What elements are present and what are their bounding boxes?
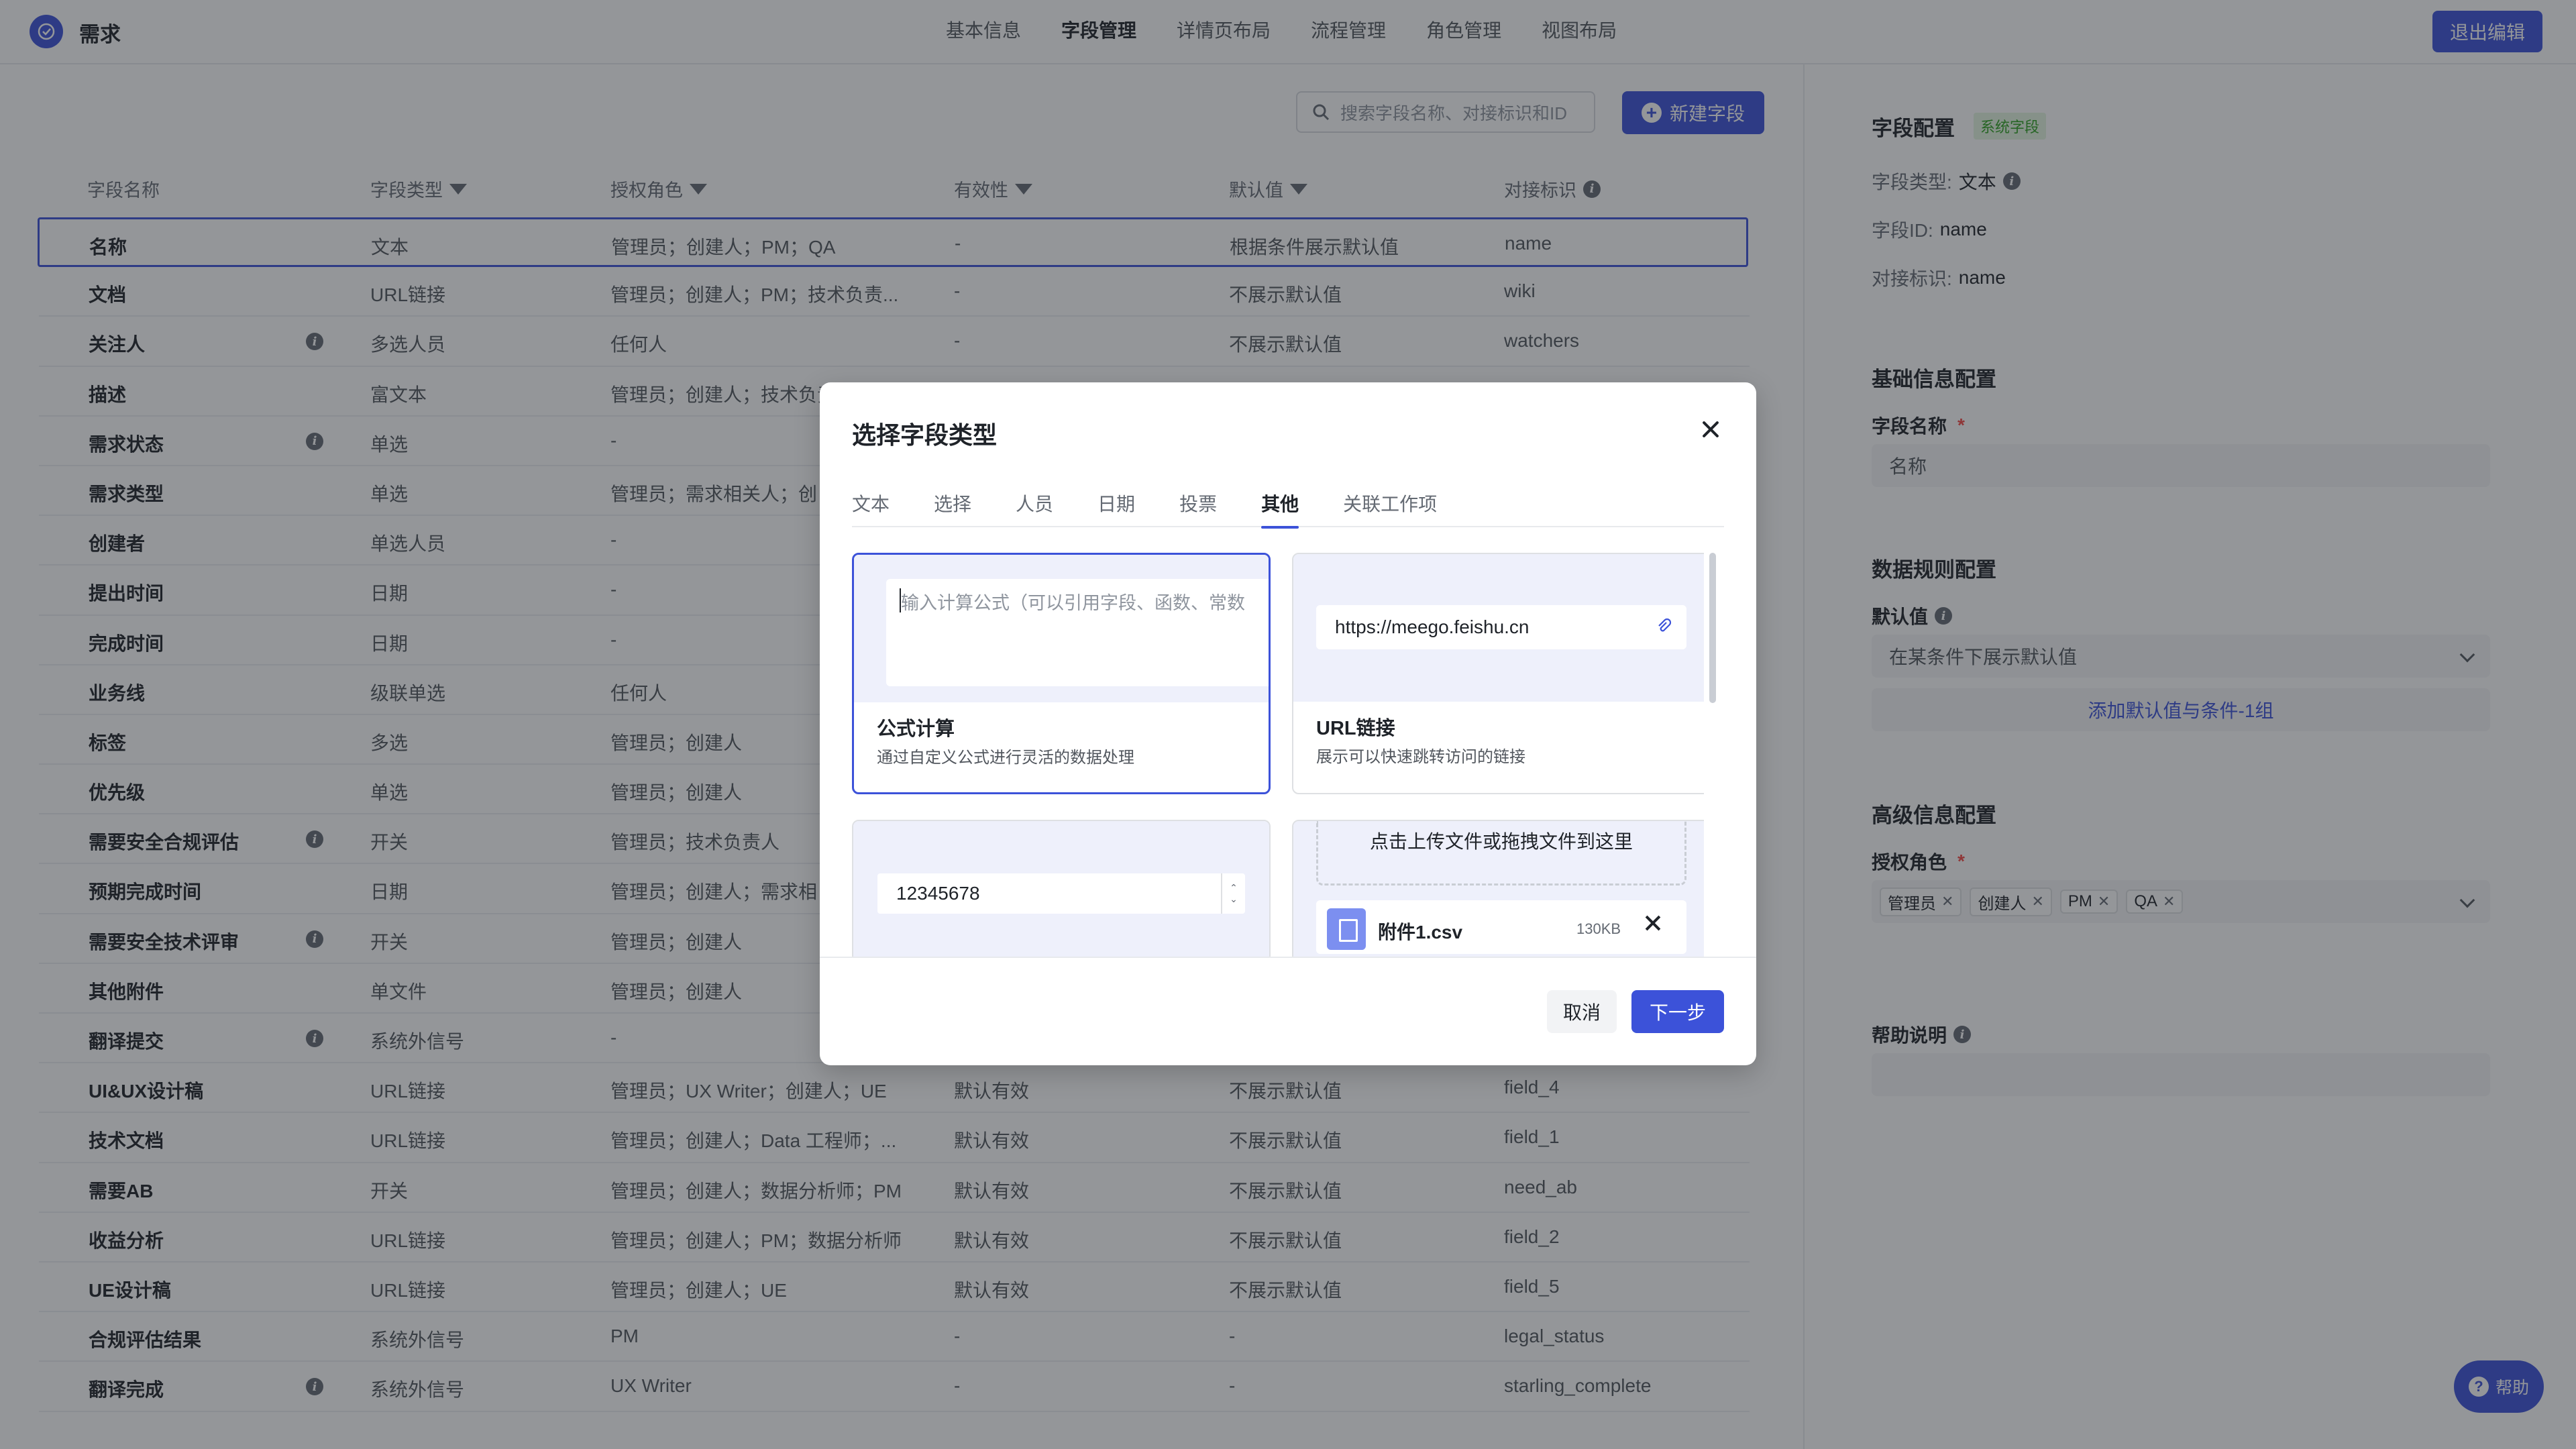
field-type-tabs: 文本 选择 人员 日期 投票 其他 关联工作项	[852, 490, 1724, 529]
card-description: 通过自定义公式进行灵活的数据处理	[877, 749, 1134, 767]
card-description: 展示可以快速跳转访问的链接	[1316, 748, 1525, 766]
url-preview: https://meego.feishu.cn	[1293, 554, 1704, 702]
number-card[interactable]: 12345678 ⌃ ⌄	[852, 820, 1271, 958]
url-card[interactable]: https://meego.feishu.cn URL链接 展示可以快速跳转访问…	[1292, 553, 1704, 794]
tab-other[interactable]: 其他	[1261, 490, 1299, 529]
number-preview: 12345678 ⌃ ⌄	[853, 821, 1269, 958]
formula-input-preview: 输入计算公式（可以引用字段、函数、常数	[886, 579, 1269, 686]
formula-card[interactable]: 输入计算公式（可以引用字段、函数、常数 公式计算 通过自定义公式进行灵活的数据处…	[852, 553, 1271, 794]
cards-scrollbar[interactable]	[1709, 553, 1716, 703]
url-input-preview: https://meego.feishu.cn	[1316, 605, 1686, 649]
cancel-button[interactable]: 取消	[1547, 990, 1617, 1033]
tab-people[interactable]: 人员	[1016, 490, 1053, 527]
close-icon[interactable]	[1699, 417, 1723, 441]
tab-vote[interactable]: 投票	[1179, 490, 1217, 527]
stepper-icon: ⌃ ⌄	[1221, 873, 1245, 914]
file-name: 附件1.csv	[1378, 922, 1463, 943]
select-field-type-dialog: 选择字段类型 文本 选择 人员 日期 投票 其他 关联工作项 输入计算公式（可以…	[820, 382, 1756, 1065]
card-name: 公式计算	[877, 718, 955, 740]
file-card[interactable]: 点击上传文件或拖拽文件到这里 附件1.csv 130KB	[1292, 820, 1704, 958]
file-size: 130KB	[1576, 920, 1621, 937]
file-preview: 点击上传文件或拖拽文件到这里 附件1.csv 130KB	[1293, 821, 1704, 958]
number-input-preview: 12345678 ⌃ ⌄	[876, 872, 1246, 915]
formula-preview: 输入计算公式（可以引用字段、函数、常数	[854, 555, 1269, 702]
tab-text[interactable]: 文本	[852, 490, 890, 527]
upload-area-preview: 点击上传文件或拖拽文件到这里	[1316, 821, 1686, 885]
file-item-preview: 附件1.csv 130KB	[1316, 900, 1686, 954]
field-type-cards: 输入计算公式（可以引用字段、函数、常数 公式计算 通过自定义公式进行灵活的数据处…	[852, 549, 1704, 958]
tab-select[interactable]: 选择	[934, 490, 971, 527]
tab-date[interactable]: 日期	[1097, 490, 1135, 527]
dialog-title: 选择字段类型	[852, 421, 998, 449]
dialog-footer-divider	[820, 957, 1756, 958]
tab-linked-work-item[interactable]: 关联工作项	[1343, 490, 1437, 527]
next-step-button[interactable]: 下一步	[1631, 990, 1724, 1033]
remove-file-icon	[1642, 912, 1664, 934]
card-name: URL链接	[1316, 718, 1395, 739]
paperclip-icon	[1658, 618, 1672, 632]
file-icon	[1327, 908, 1366, 950]
